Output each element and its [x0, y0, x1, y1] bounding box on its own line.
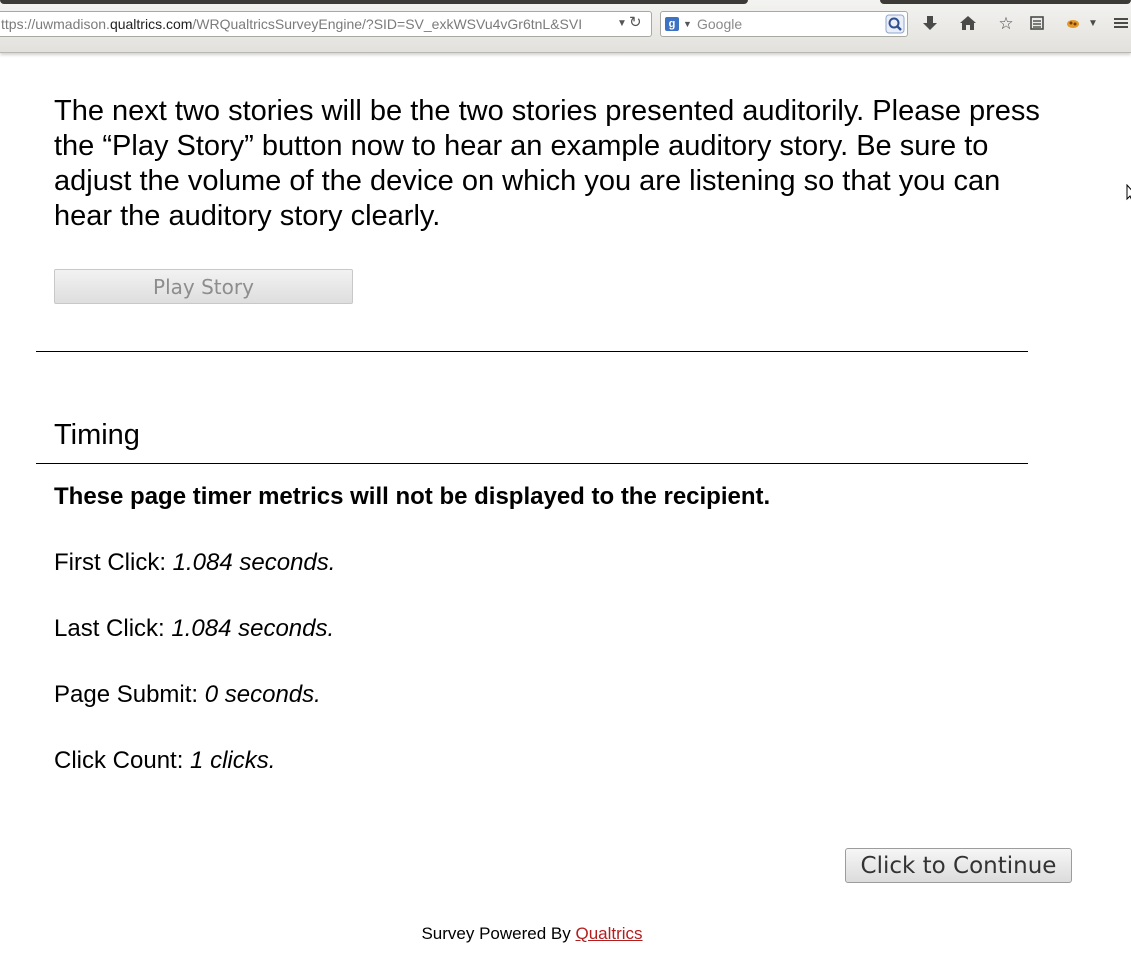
metric-value: 1 clicks. [190, 747, 276, 774]
title-divider [36, 463, 1028, 464]
mouse-cursor-icon [1126, 184, 1131, 201]
metric-label: Click Count: [54, 747, 191, 774]
search-engine-icon[interactable]: g [665, 17, 679, 31]
chevron-down-icon[interactable]: ▼ [1082, 13, 1104, 35]
metric-click-count: Click Count: 1 clicks. [54, 746, 275, 776]
metric-first-click: First Click: 1.084 seconds. [54, 548, 335, 578]
search-bar[interactable]: g ▼ Google [660, 11, 908, 37]
menu-icon[interactable] [1110, 13, 1131, 35]
play-story-button[interactable]: Play Story [54, 269, 353, 304]
timing-title: Timing [54, 419, 140, 451]
search-icon[interactable] [885, 14, 905, 34]
metric-label: First Click: [54, 549, 173, 576]
browser-toolbar: ttps://uwmadison.qualtrics.com/WRQualtri… [0, 0, 1131, 53]
footer: Survey Powered By Qualtrics [0, 923, 1064, 945]
metric-value: 1.084 seconds. [171, 615, 335, 642]
home-icon[interactable] [957, 13, 979, 35]
section-divider [36, 351, 1028, 352]
active-tab-edge [0, 0, 748, 4]
address-bar[interactable]: ttps://uwmadison.qualtrics.com/WRQualtri… [0, 11, 652, 37]
metric-last-click: Last Click: 1.084 seconds. [54, 614, 334, 644]
timing-note: These page timer metrics will not be dis… [54, 483, 771, 510]
metric-label: Last Click: [54, 615, 172, 642]
metric-value: 1.084 seconds. [172, 549, 336, 576]
metric-page-submit: Page Submit: 0 seconds. [54, 680, 321, 710]
address-text[interactable]: ttps://uwmadison.qualtrics.com/WRQualtri… [1, 12, 613, 36]
reload-icon[interactable]: ↻ [629, 12, 642, 35]
download-icon[interactable] [919, 13, 941, 35]
qualtrics-link[interactable]: Qualtrics [575, 924, 642, 943]
question-text: The next two stories will be the two sto… [54, 95, 1040, 232]
bookmark-star-icon[interactable]: ☆ [995, 13, 1017, 35]
footer-prefix: Survey Powered By [421, 924, 576, 943]
reading-list-icon[interactable] [1026, 13, 1048, 35]
tab-edge [880, 0, 1131, 4]
metric-value: 0 seconds. [204, 681, 321, 708]
search-placeholder[interactable]: Google [697, 12, 742, 36]
dropdown-icon[interactable]: ▼ [617, 12, 627, 36]
continue-button[interactable]: Click to Continue [845, 848, 1072, 883]
addon-icon[interactable] [1062, 13, 1084, 35]
chevron-down-icon[interactable]: ▼ [683, 12, 692, 36]
metric-label: Page Submit: [54, 681, 205, 708]
